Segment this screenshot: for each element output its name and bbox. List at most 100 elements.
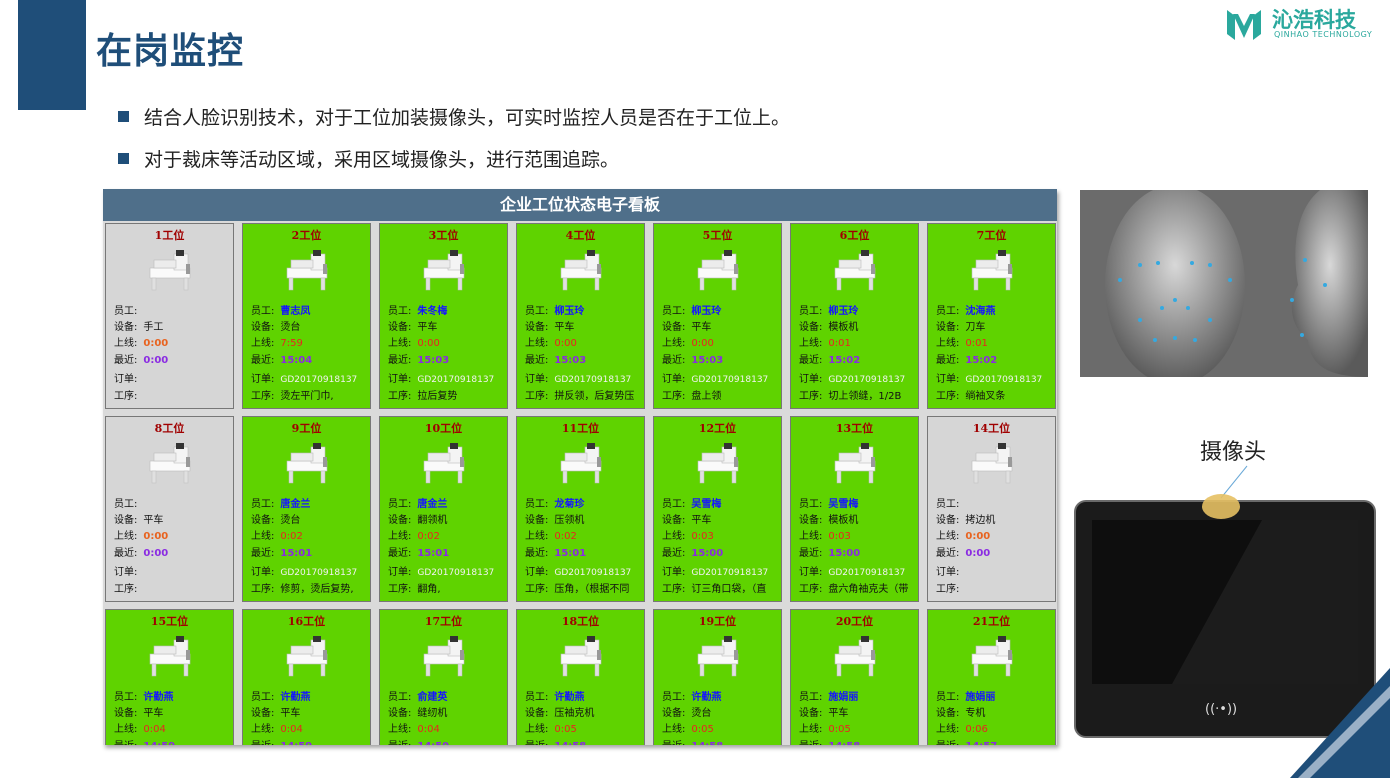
recent-row: 最近: 0:00 [114, 351, 168, 366]
station-card[interactable]: 3工位 员工: 朱冬梅 设备: 平车 上线: 0:00 最近: 15:03 订单: GD201709… [379, 223, 508, 409]
online-label: 上线: [936, 338, 960, 349]
online-label: 上线: [662, 531, 686, 542]
station-card[interactable]: 20工位员工:施娟丽设备:平车上线:0:05最近:14:58订单:工序: [790, 609, 919, 745]
device-row: 设备: 平车 [114, 704, 163, 719]
sewing-machine-icon [829, 248, 884, 292]
process-row: 工序: 订三角口袋，（直 [662, 580, 766, 595]
sewing-machine-icon [966, 634, 1021, 678]
station-card[interactable]: 14工位 员工: 设备: 拷边机 上线: 0:00 最近: 0:00 订单: 工序: [927, 416, 1056, 602]
order-value: GD20170918137 [417, 375, 495, 385]
sewing-machine-icon [144, 441, 199, 485]
online-value: 0:01 [965, 338, 988, 349]
order-row: 订单: GD20170918137 [525, 563, 631, 578]
employee-label: 员工: [662, 692, 686, 703]
station-card[interactable]: 11工位 员工: 龙菊珍 设备: 压领机 上线: 0:02 最近: 15:01 订单: GD2017… [516, 416, 645, 602]
order-value: GD20170918137 [828, 375, 906, 385]
device-label: 设备: [936, 515, 960, 526]
process-row: 工序: 翻角, [388, 580, 441, 595]
device-label: 设备: [114, 708, 138, 719]
employee-row: 员工: 俞建英 [388, 688, 447, 703]
station-card[interactable]: 19工位员工:许勤燕设备:烫台上线:0:05最近:14:58订单:工序: [653, 609, 782, 745]
station-name: 4工位 [565, 229, 596, 242]
sewing-machine-icon [281, 441, 336, 485]
online-value: 0:06 [965, 724, 988, 735]
station-card[interactable]: 12工位 员工: 吴雪梅 设备: 平车 上线: 0:03 最近: 15:00 订单: GD20170… [653, 416, 782, 602]
online-value: 0:00 [965, 531, 991, 542]
device-row: 设备: 模板机 [799, 318, 858, 333]
recent-row: 最近: 15:01 [525, 544, 586, 559]
sewing-machine-icon [692, 248, 747, 292]
station-name: 2工位 [291, 229, 322, 242]
station-card[interactable]: 5工位 员工: 柳玉玲 设备: 平车 上线: 0:00 最近: 15:03 订单: GD201709… [653, 223, 782, 409]
camera-highlight [1202, 494, 1240, 519]
recent-value: 14:58 [554, 741, 586, 745]
station-name: 19工位 [698, 615, 737, 628]
online-label: 上线: [251, 724, 275, 735]
station-card[interactable]: 2工位 员工: 曹志凤 设备: 烫台 上线: 7:59 最近: 15:04 订单: GD201709… [242, 223, 371, 409]
station-name: 13工位 [835, 422, 874, 435]
recent-label: 最近: [936, 548, 960, 559]
process-value: 翻角, [417, 584, 441, 595]
station-status-board: 企业工位状态电子看板 1工位 员工: 设备: 手工 上线: 0:00 最近: 0:00 订单: 工… [103, 189, 1057, 745]
station-card[interactable]: 13工位 员工: 吴雪梅 设备: 模板机 上线: 0:03 最近: 15:00 订单: GD2017… [790, 416, 919, 602]
online-value: 0:04 [143, 724, 166, 735]
device-value: 烫台 [280, 322, 301, 333]
recent-label: 最近: [388, 741, 411, 745]
online-row: 上线: 0:01 [936, 334, 988, 349]
employee-label: 员工: [388, 499, 412, 510]
employee-label: 员工: [388, 306, 412, 317]
device-row: 设备: 压袖克机 [525, 704, 594, 719]
order-label: 订单: [388, 567, 412, 578]
order-label: 订单: [662, 374, 686, 385]
bullet-text: 结合人脸识别技术，对于工位加装摄像头，可实时监控人员是否在于工位上。 [144, 107, 791, 129]
process-label: 工序: [388, 584, 412, 595]
employee-value: 吴雪梅 [691, 499, 722, 510]
sewing-machine-icon [555, 441, 610, 485]
online-row: 上线: 0:06 [936, 720, 988, 735]
station-card[interactable]: 9工位 员工: 唐金兰 设备: 烫台 上线: 0:02 最近: 15:01 订单: GD201709… [242, 416, 371, 602]
station-name: 20工位 [835, 615, 874, 628]
station-card[interactable]: 16工位员工:许勤燕设备:平车上线:0:04最近:14:59订单:工序: [242, 609, 371, 745]
station-card[interactable]: 7工位 员工: 沈海燕 设备: 刀车 上线: 0:01 最近: 15:02 订单: GD201709… [927, 223, 1056, 409]
station-card[interactable]: 18工位员工:许勤燕设备:压袖克机上线:0:05最近:14:58订单:工序: [516, 609, 645, 745]
station-card[interactable]: 10工位 员工: 唐金兰 设备: 翻领机 上线: 0:02 最近: 15:01 订单: GD2017… [379, 416, 508, 602]
recent-row: 最近: 0:00 [114, 544, 168, 559]
process-label: 工序: [251, 391, 275, 402]
recent-row: 最近: 14:58 [662, 737, 723, 745]
station-card[interactable]: 17工位员工:俞建英设备:缝纫机上线:0:04最近:14:59订单:工序: [379, 609, 508, 745]
device-row: 设备: 平车 [662, 318, 711, 333]
recent-label: 最近: [251, 355, 275, 366]
order-row: 订单: GD20170918137 [388, 563, 494, 578]
device-row: 设备: 模板机 [799, 511, 858, 526]
title-accent-block [18, 0, 86, 110]
process-label: 工序: [114, 584, 138, 595]
station-name: 10工位 [424, 422, 463, 435]
order-label: 订单: [936, 374, 960, 385]
device-value: 平车 [828, 708, 849, 719]
employee-row: 员工: 许勤燕 [525, 688, 584, 703]
online-row: 上线: 0:05 [799, 720, 851, 735]
process-value: 绱袖叉条 [965, 391, 1006, 402]
device-value: 拷边机 [965, 515, 996, 526]
face-recognition-image [1080, 190, 1368, 377]
station-card[interactable]: 1工位 员工: 设备: 手工 上线: 0:00 最近: 0:00 订单: 工序: [105, 223, 234, 409]
recent-label: 最近: [936, 355, 960, 366]
employee-row: 员工: 唐金兰 [251, 495, 310, 510]
process-row: 工序: 拉后复势 [388, 387, 457, 402]
order-value: GD20170918137 [280, 375, 358, 385]
device-value: 专机 [965, 708, 986, 719]
online-value: 0:05 [554, 724, 577, 735]
employee-row: 员工: [114, 495, 143, 510]
station-card[interactable]: 4工位 员工: 柳玉玲 设备: 平车 上线: 0:00 最近: 15:03 订单: GD201709… [516, 223, 645, 409]
employee-row: 员工: 许勤燕 [114, 688, 173, 703]
online-row: 上线: 0:01 [799, 334, 851, 349]
device-label: 设备: [251, 515, 275, 526]
station-card[interactable]: 15工位员工:许勤燕设备:平车上线:0:04最近:14:59订单:工序: [105, 609, 234, 745]
station-card[interactable]: 6工位 员工: 柳玉玲 设备: 模板机 上线: 0:01 最近: 15:02 订单: GD20170… [790, 223, 919, 409]
order-value: GD20170918137 [828, 568, 906, 578]
station-card[interactable]: 8工位 员工: 设备: 平车 上线: 0:00 最近: 0:00 订单: 工序: [105, 416, 234, 602]
recent-row: 最近: 15:02 [799, 351, 860, 366]
online-row: 上线: 0:03 [662, 527, 714, 542]
online-value: 7:59 [280, 338, 303, 349]
station-card[interactable]: 21工位员工:施娟丽设备:专机上线:0:06最近:14:57订单:工序: [927, 609, 1056, 745]
